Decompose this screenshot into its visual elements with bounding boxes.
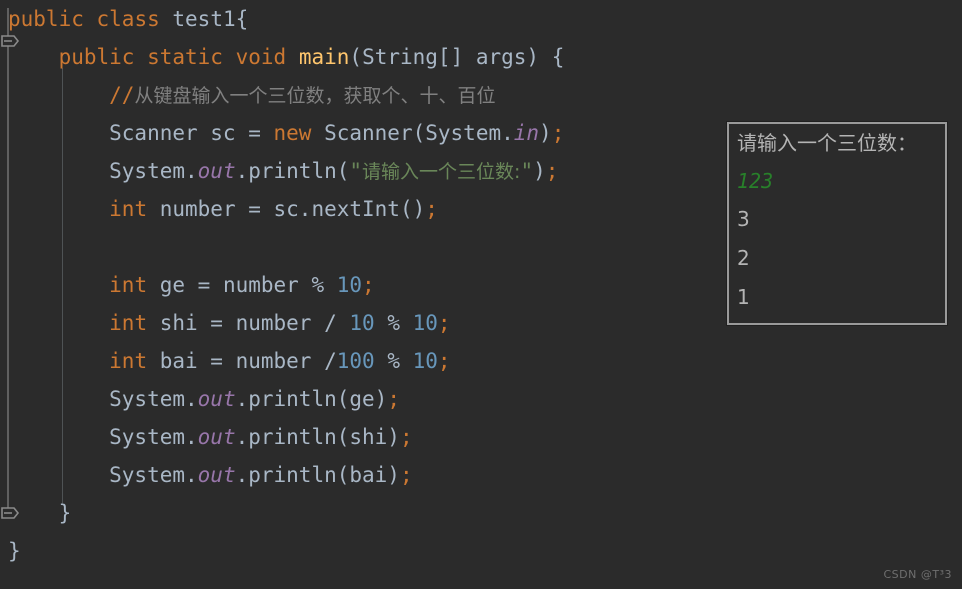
code-token: .println(shi) [235,425,400,449]
code-token: System. [8,425,198,449]
code-token: " [349,159,363,183]
code-token: ; [387,387,400,411]
code-token: .println(bai) [235,463,400,487]
code-token: 10 [412,311,438,335]
code-token: 从键盘输入一个三位数，获取个、十、百位 [134,85,496,107]
code-token: ; [545,159,559,183]
code-token: main [298,45,350,69]
code-line: } [8,494,72,532]
code-token: out [197,425,236,449]
ide-screenshot-root: public class test1{ public static void m… [0,0,962,589]
console-output-line: 3 [737,207,750,231]
code-token: ; [437,311,451,335]
code-line: System.out.println(shi); [8,418,413,456]
code-token: } [8,501,72,525]
code-token: Scanner sc = [8,121,274,145]
code-token: % [374,349,413,373]
code-line: int bai = number /100 % 10; [8,342,451,380]
code-line: public static void main(String[] args) { [8,38,565,76]
code-token: System. [8,159,198,183]
code-token: ; [437,349,451,373]
code-token: 请输入一个三位数: [362,161,521,183]
code-line: } [8,532,21,570]
code-token: ; [399,425,413,449]
code-token: // [109,83,135,107]
code-token: ) [539,121,552,145]
code-token: 10 [412,349,438,373]
code-token: ; [362,273,375,297]
code-token: class [96,7,160,31]
code-token: test1 [172,7,236,31]
code-token: .println( [235,159,350,183]
code-token: static [147,45,223,69]
code-token: int [109,349,148,373]
code-token: in [513,121,540,145]
code-line: int shi = number / 10 % 10; [8,304,451,342]
code-token: int [109,311,148,335]
code-token: ; [399,463,413,487]
code-token: 10 [349,311,375,335]
code-token: number = sc.nextInt() [147,197,426,221]
console-output-line: 2 [737,246,750,270]
code-token: ; [425,197,438,221]
code-token: ) [533,159,546,183]
watermark-label: CSDN @T³3 [883,568,952,581]
code-token: ; [551,121,565,145]
code-token: System. [8,387,198,411]
code-token: out [197,463,236,487]
code-token: System. [8,463,198,487]
code-token: { [235,7,249,31]
code-line: System.out.println(bai); [8,456,413,494]
code-line: System.out.println(ge); [8,380,400,418]
code-line: Scanner sc = new Scanner(System.in); [8,114,564,152]
code-line: public class test1{ [8,0,248,38]
code-token: 100 [336,349,375,373]
code-token: " [520,159,534,183]
console-output-line: 1 [737,285,750,309]
console-input-line: 123 [737,169,774,193]
code-token: (String[] args) { [349,45,565,69]
code-token: int [109,197,148,221]
code-line: //从键盘输入一个三位数，获取个、十、百位 [8,76,495,114]
code-token: } [8,539,21,563]
code-token: ge = number % [147,273,337,297]
code-token: shi = number / [147,311,350,335]
code-token: void [235,45,287,69]
code-token: bai = number / [147,349,337,373]
code-token: % [374,311,413,335]
code-token: out [197,387,236,411]
code-line: int ge = number % 10; [8,266,375,304]
code-token: Scanner(System. [311,121,514,145]
program-output-panel[interactable]: 请输入一个三位数： 123 3 2 1 [727,122,947,325]
code-token: 10 [336,273,363,297]
code-line: int number = sc.nextInt(); [8,190,438,228]
console-output-line: 请输入一个三位数： [737,131,917,155]
code-line: System.out.println("请输入一个三位数:"); [8,152,558,190]
code-token: int [109,273,148,297]
code-token: out [197,159,236,183]
code-token: public [8,7,84,31]
code-token: .println(ge) [235,387,388,411]
code-token: new [273,121,312,145]
code-token: public [58,45,135,69]
